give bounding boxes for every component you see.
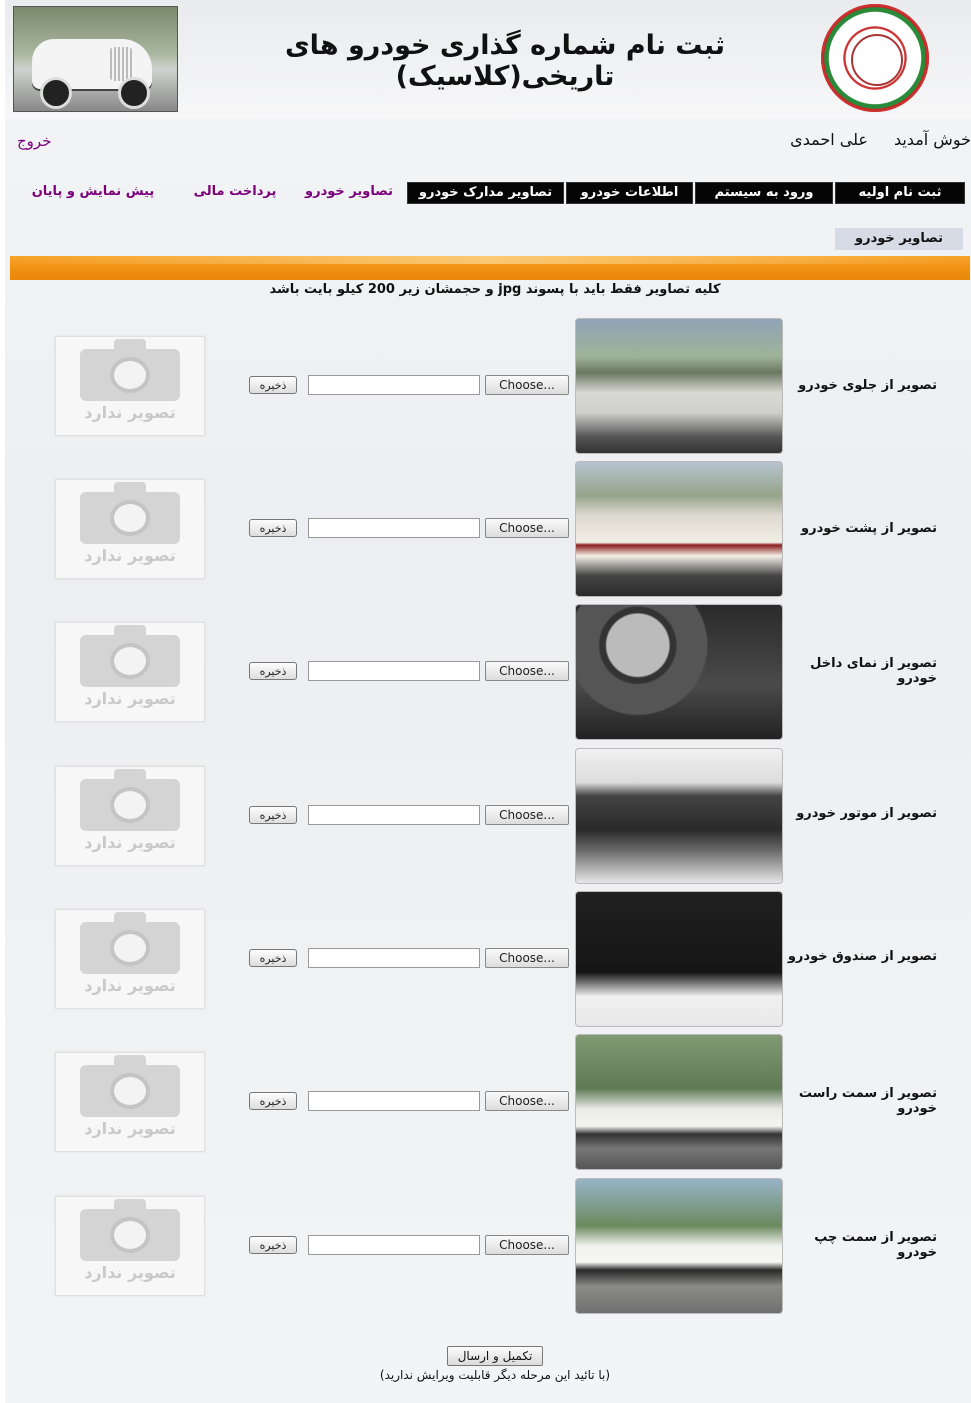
- row-label: تصویر از پشت خودرو: [801, 521, 937, 536]
- file-path-field[interactable]: [308, 518, 480, 538]
- nav-login[interactable]: ورود به سیستم: [695, 182, 833, 204]
- save-button[interactable]: ذخیره: [249, 806, 297, 824]
- no-image-placeholder: تصویر ندارد: [55, 1196, 205, 1296]
- nav-vehicle-info[interactable]: اطلاعات خودرو: [566, 182, 693, 204]
- row-label: تصویر از موتور خودرو: [796, 806, 937, 821]
- save-button[interactable]: ذخیره: [249, 949, 297, 967]
- user-name: علی احمدی: [790, 130, 868, 149]
- welcome-message: خوش آمدید علی احمدی: [790, 130, 971, 149]
- file-path-field[interactable]: [308, 1091, 480, 1111]
- no-image-text: تصویر ندارد: [84, 546, 176, 565]
- save-button[interactable]: ذخیره: [249, 1092, 297, 1110]
- save-button[interactable]: ذخیره: [249, 662, 297, 680]
- no-image-placeholder: تصویر ندارد: [55, 622, 205, 722]
- no-image-text: تصویر ندارد: [84, 403, 176, 422]
- row-label: تصویر از سمت چپ خودرو: [814, 1230, 937, 1260]
- no-image-placeholder: تصویر ندارد: [55, 479, 205, 579]
- save-button[interactable]: ذخیره: [249, 519, 297, 537]
- choose-file-button[interactable]: Choose...: [485, 375, 569, 395]
- choose-file-button[interactable]: Choose...: [485, 805, 569, 825]
- camera-icon: [80, 912, 180, 974]
- nav-initial-registration[interactable]: ثبت نام اولیه: [835, 182, 965, 204]
- camera-icon: [80, 482, 180, 544]
- camera-icon: [80, 625, 180, 687]
- submit-button[interactable]: تکمیل و ارسال: [447, 1346, 543, 1366]
- step-nav: ثبت نام اولیه ورود به سیستم اطلاعات خودر…: [25, 182, 965, 204]
- no-image-text: تصویر ندارد: [84, 1263, 176, 1282]
- right-side-photo-thumbnail: [575, 1034, 783, 1170]
- no-image-placeholder: تصویر ندارد: [55, 1052, 205, 1152]
- back-photo-thumbnail: [575, 461, 783, 597]
- choose-file-button[interactable]: Choose...: [485, 1235, 569, 1255]
- choose-file-button[interactable]: Choose...: [485, 1091, 569, 1111]
- site-title: ثبت نام شماره گذاری خودرو های تاریخی(کلا…: [284, 30, 726, 92]
- file-path-field[interactable]: [308, 375, 480, 395]
- row-label: تصویر از جلوی خودرو: [798, 378, 937, 393]
- subtab-vehicle-images[interactable]: تصاویر خودرو: [835, 228, 963, 250]
- no-image-text: تصویر ندارد: [84, 689, 176, 708]
- page: ثبت نام شماره گذاری خودرو های تاریخی(کلا…: [5, 0, 971, 1403]
- no-image-placeholder: تصویر ندارد: [55, 766, 205, 866]
- header-car-photo: [13, 6, 178, 112]
- save-button[interactable]: ذخیره: [249, 376, 297, 394]
- upload-notice: کلیه تصاویر فقط باید با پسوند jpg و حجمش…: [269, 282, 721, 297]
- file-path-field[interactable]: [308, 1235, 480, 1255]
- choose-file-button[interactable]: Choose...: [485, 948, 569, 968]
- row-label: تصویر از صندوق خودرو: [787, 949, 937, 964]
- image-row-interior: تصویر از نمای داخل خودرو Choose... ذخیره…: [5, 604, 971, 740]
- no-image-placeholder: تصویر ندارد: [55, 336, 205, 436]
- image-row-trunk: تصویر از صندوق خودرو Choose... ذخیره تصو…: [5, 891, 971, 1027]
- image-row-engine: تصویر از موتور خودرو Choose... ذخیره تصو…: [5, 748, 971, 884]
- nav-payment[interactable]: پرداخت مالی: [185, 182, 285, 202]
- trunk-photo-thumbnail: [575, 891, 783, 1027]
- image-row-left-side: تصویر از سمت چپ خودرو Choose... ذخیره تص…: [5, 1178, 971, 1314]
- image-row-right-side: تصویر از سمت راست خودرو Choose... ذخیره …: [5, 1034, 971, 1170]
- choose-file-button[interactable]: Choose...: [485, 518, 569, 538]
- accent-bar: [10, 256, 970, 280]
- file-path-field[interactable]: [308, 948, 480, 968]
- no-image-text: تصویر ندارد: [84, 833, 176, 852]
- image-row-back: تصویر از پشت خودرو Choose... ذخیره تصویر…: [5, 461, 971, 597]
- no-image-text: تصویر ندارد: [84, 1119, 176, 1138]
- interior-photo-thumbnail: [575, 604, 783, 740]
- file-path-field[interactable]: [308, 805, 480, 825]
- club-emblem-logo: [821, 4, 929, 112]
- front-photo-thumbnail: [575, 318, 783, 454]
- camera-icon: [80, 1199, 180, 1261]
- file-path-field[interactable]: [308, 661, 480, 681]
- nav-preview-finish[interactable]: پیش نمایش و پایان: [25, 182, 161, 202]
- choose-file-button[interactable]: Choose...: [485, 661, 569, 681]
- logout-link[interactable]: خروج: [17, 132, 51, 150]
- row-label: تصویر از نمای داخل خودرو: [810, 656, 937, 686]
- camera-icon: [80, 1055, 180, 1117]
- engine-photo-thumbnail: [575, 748, 783, 884]
- row-label: تصویر از سمت راست خودرو: [798, 1086, 937, 1116]
- header: ثبت نام شماره گذاری خودرو های تاریخی(کلا…: [5, 0, 971, 118]
- image-row-front: تصویر از جلوی خودرو Choose... ذخیره تصوی…: [5, 318, 971, 454]
- camera-icon: [80, 769, 180, 831]
- save-button[interactable]: ذخیره: [249, 1236, 297, 1254]
- welcome-text: خوش آمدید: [893, 130, 971, 149]
- camera-icon: [80, 339, 180, 401]
- submit-note: (با تائید این مرحله دیگر قابلیت ویرایش ن…: [379, 1368, 611, 1382]
- no-image-text: تصویر ندارد: [84, 976, 176, 995]
- nav-vehicle-documents[interactable]: تصاویر مدارک خودرو: [407, 182, 564, 204]
- no-image-placeholder: تصویر ندارد: [55, 909, 205, 1009]
- nav-vehicle-images[interactable]: تصاویر خودرو: [297, 182, 401, 202]
- left-side-photo-thumbnail: [575, 1178, 783, 1314]
